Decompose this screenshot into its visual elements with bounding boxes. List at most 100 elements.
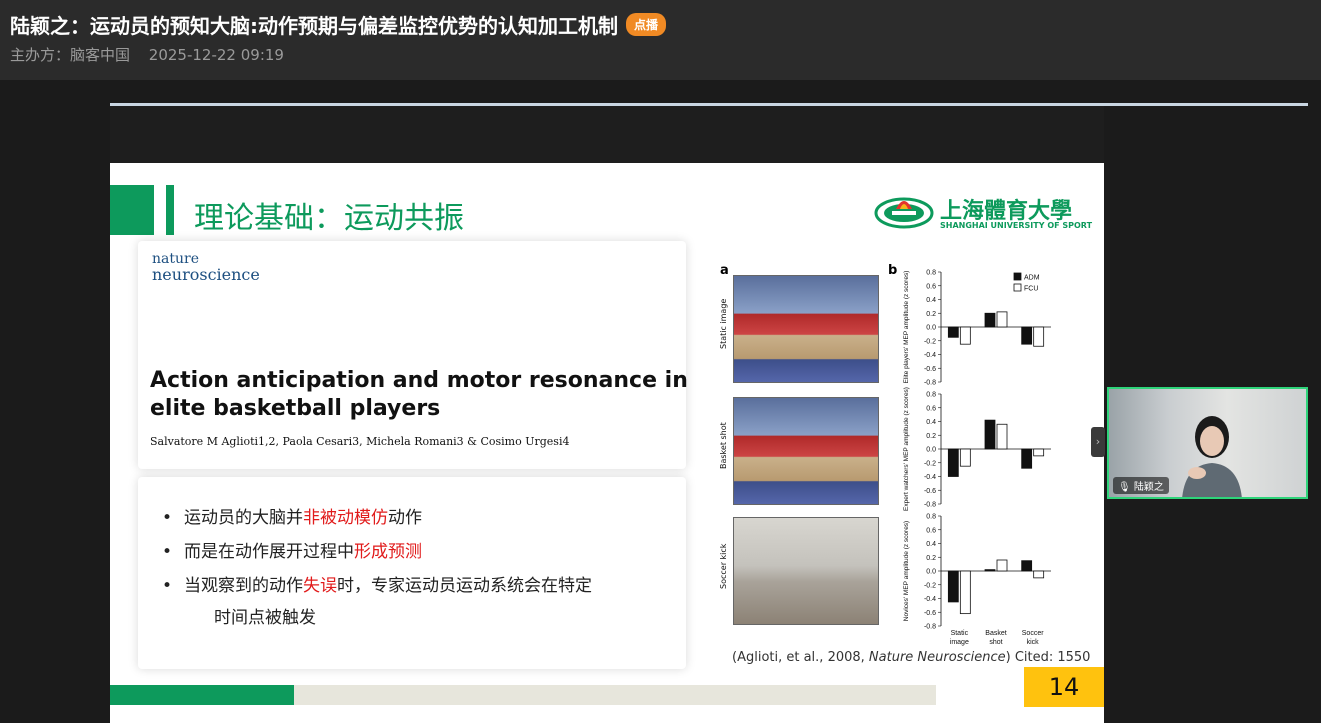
y-axis-label: Expert watchers' MEP amplitude (z scores… (903, 387, 910, 511)
bullets-card: • 运动员的大脑并非被动模仿动作 • 而是在动作展开过程中形成预测 • 当观察到的动作… (138, 477, 686, 669)
legend-swatch (1013, 283, 1022, 292)
stream-title-text: 陆颖之：运动员的预知大脑:动作预期与偏差监控优势的认知加工机制 (10, 14, 618, 38)
y-tick-label: 0.0 (926, 447, 936, 454)
y-tick-label: 0.2 (926, 311, 936, 318)
slide-title: 理论基础：运动共振 (194, 201, 464, 236)
y-tick-label: -0.6 (924, 610, 936, 617)
datetime-text: 2025-12-22 09:19 (148, 46, 284, 64)
y-tick-label: -0.2 (924, 338, 936, 345)
bar-adm (947, 326, 959, 338)
bar-adm (984, 312, 996, 328)
stream-meta: 主办方：脑客中国 2025-12-22 09:19 (10, 44, 298, 65)
bar-adm (984, 569, 996, 572)
soccer-kick-photo (733, 517, 879, 625)
x-tick-label: kick (1027, 639, 1040, 646)
y-tick-label: -0.2 (924, 582, 936, 589)
paper-title: Action anticipation and motor resonance … (150, 368, 688, 421)
x-tick-label: Basket (985, 630, 1006, 637)
bar-fcu (1033, 448, 1045, 457)
y-tick-label: 0.6 (926, 527, 936, 534)
bar-fcu (959, 570, 971, 615)
slide-topline (110, 103, 1308, 106)
y-tick-label: 0.6 (926, 283, 936, 290)
bar-adm (947, 448, 959, 477)
row-label-soccer: Soccer kick (719, 543, 728, 589)
y-axis-label: Elite players' MEP amplitude (z scores) (903, 271, 910, 384)
bar-fcu (959, 448, 971, 467)
x-tick-label: Static (951, 630, 969, 637)
y-tick-label: 0.2 (926, 433, 936, 440)
y-tick-label: 0.8 (926, 392, 936, 399)
speaker-avatar-icon (1182, 416, 1242, 497)
mep-bar-chart: 0.8 0.6 0.4 0.2 0.0 -0.2 -0.4 -0.6 -0.8 Elite pla… (903, 270, 1051, 646)
basket-shot-photo (733, 397, 879, 505)
webcam-name-tag: 🎙 陆颖之 (1113, 477, 1169, 494)
bar-adm (984, 419, 996, 450)
y-tick-label: 0.0 (926, 569, 936, 576)
x-tick-label: shot (989, 639, 1002, 646)
y-tick-label: -0.6 (924, 488, 936, 495)
webcam-thumbnail[interactable]: 🎙 陆颖之 (1107, 387, 1308, 499)
organizer-text: 主办方：脑客中国 (10, 46, 131, 64)
y-tick-label: -0.8 (924, 624, 936, 631)
bar-fcu (1033, 570, 1045, 579)
y-tick-label: 0.0 (926, 325, 936, 332)
row-label-static: Static image (719, 298, 728, 349)
replay-badge: 点播 (626, 13, 667, 36)
bullet-item: • 而是在动作展开过程中形成预测 (162, 542, 422, 562)
y-tick-label: -0.6 (924, 366, 936, 373)
logo-english-text: SHANGHAI UNIVERSITY OF SPORT (940, 221, 1093, 230)
y-tick-label: 0.6 (926, 405, 936, 412)
bar-adm (1021, 448, 1033, 469)
paper-card: nature neuroscience Action anticipation … (138, 241, 688, 469)
y-axis-label: Novices' MEP amplitude (z scores) (903, 521, 910, 621)
title-accent-stripe (166, 185, 174, 235)
footer-progress-green (110, 685, 294, 705)
bar-adm (947, 570, 959, 603)
row-label-basket: Basket shot (719, 422, 728, 469)
title-accent-bar (110, 185, 154, 235)
y-tick-label: 0.4 (926, 297, 936, 304)
bar-fcu (959, 326, 971, 345)
x-tick-label: Soccer (1022, 630, 1044, 637)
y-tick-label: -0.4 (924, 352, 936, 359)
legend-swatch (1013, 272, 1022, 281)
legend-label: FCU (1024, 286, 1038, 293)
bar-fcu (996, 423, 1008, 450)
y-tick-label: -0.2 (924, 460, 936, 467)
page-number: 14 (1024, 667, 1104, 707)
stream-title: 陆颖之：运动员的预知大脑:动作预期与偏差监控优势的认知加工机制 点播 (10, 10, 667, 39)
y-tick-label: -0.8 (924, 502, 936, 509)
top-bar: 陆颖之：运动员的预知大脑:动作预期与偏差监控优势的认知加工机制 点播 主办方：脑… (0, 0, 1321, 80)
bar-adm (1021, 326, 1033, 345)
citation: (Aglioti, et al., 2008, Nature Neuroscie… (732, 650, 1091, 665)
bar-fcu (996, 311, 1008, 328)
y-tick-label: 0.8 (926, 270, 936, 277)
y-tick-label: 0.8 (926, 514, 936, 521)
bullet-item-continuation: 时间点被触发 (214, 608, 316, 628)
paper-authors: Salvatore M Aglioti1,2, Paola Cesari3, M… (150, 435, 570, 448)
static-image-photo (733, 275, 879, 383)
bullet-item: • 运动员的大脑并非被动模仿动作 (162, 508, 422, 528)
y-tick-label: -0.4 (924, 596, 936, 603)
university-logo: 上海體育大學 SHANGHAI UNIVERSITY OF SPORT (874, 191, 1092, 231)
presentation-slide: 理论基础：运动共振 上海體育大學 SHANGHAI UNIVERSITY OF … (110, 163, 1104, 723)
journal-name-line1: nature (152, 251, 199, 267)
bar-fcu (996, 559, 1008, 572)
university-emblem-icon (874, 197, 934, 229)
journal-name-line2: neuroscience (152, 265, 260, 284)
footer-progress-grey (294, 685, 936, 705)
bullet-item: • 当观察到的动作失误时，专家运动员运动系统会在特定 (162, 576, 592, 596)
figure-a-label: a (720, 263, 729, 278)
bar-adm (1021, 560, 1033, 572)
y-tick-label: -0.8 (924, 380, 936, 387)
bar-fcu (1033, 326, 1045, 347)
mic-icon: 🎙 (1118, 482, 1131, 493)
y-tick-label: 0.4 (926, 419, 936, 426)
legend-label: ADM (1024, 275, 1040, 282)
collapse-chevron-icon[interactable]: › (1091, 427, 1105, 457)
y-tick-label: 0.2 (926, 555, 936, 562)
y-tick-label: -0.4 (924, 474, 936, 481)
y-tick-label: 0.4 (926, 541, 936, 548)
x-tick-label: image (950, 639, 969, 646)
